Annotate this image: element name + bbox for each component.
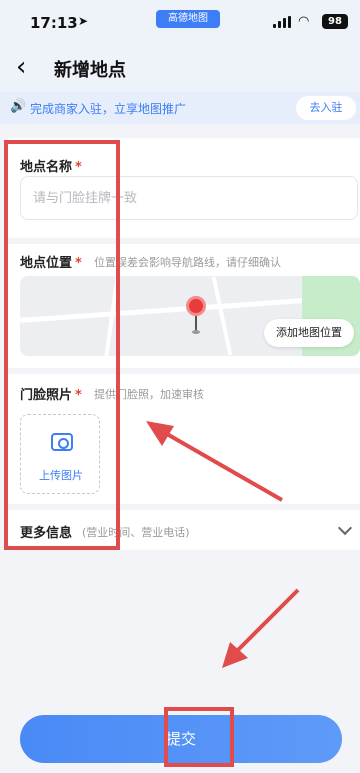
wifi-icon: ◠	[298, 14, 310, 29]
name-label-text: 地点名称	[20, 160, 73, 175]
name-section: 地点名称 *	[8, 138, 360, 238]
status-bar: 17:13 ➤ 高德地图 ◠ 98	[0, 0, 360, 44]
add-map-location-button[interactable]: 添加地图位置	[264, 319, 354, 347]
camera-icon	[51, 433, 73, 451]
photo-label: 门脸照片 *	[20, 384, 82, 403]
upload-photo-button[interactable]: 上传图片	[20, 414, 100, 494]
banner-text: 完成商家入驻，立享地图推广	[30, 102, 187, 116]
map-road	[211, 276, 233, 356]
name-label: 地点名称 *	[20, 156, 82, 175]
signal-icon	[273, 16, 291, 28]
photo-section: 门脸照片 * 提供门脸照，加速审核 上传图片	[8, 374, 360, 504]
nav-bar: ‹ 新增地点	[0, 44, 360, 92]
more-info-hint: (营业时间、营业电话)	[82, 526, 190, 539]
location-hint: 位置误差会影响导航路线，请仔细确认	[94, 256, 281, 269]
required-mark: *	[75, 160, 82, 175]
annotation-arrow	[234, 588, 300, 654]
required-mark: *	[75, 388, 82, 403]
battery-indicator: 98	[322, 14, 348, 29]
photo-hint: 提供门脸照，加速审核	[94, 388, 204, 401]
status-time: 17:13	[30, 14, 78, 32]
speaker-icon: 🔊	[10, 99, 27, 114]
upload-label: 上传图片	[39, 469, 83, 482]
map-preview[interactable]: 添加地图位置	[20, 276, 360, 356]
promo-banner: 🔊 完成商家入驻，立享地图推广 去入驻	[0, 92, 360, 124]
annotation-arrow-head	[222, 642, 248, 668]
app-badge: 高德地图	[156, 10, 220, 28]
location-section: 地点位置 * 位置误差会影响导航路线，请仔细确认 添加地图位置	[8, 244, 360, 368]
location-arrow-icon: ➤	[78, 14, 89, 28]
required-mark: *	[75, 256, 82, 271]
photo-label-text: 门脸照片	[20, 388, 73, 403]
more-info-label: 更多信息	[20, 526, 73, 541]
submit-button[interactable]: 提交	[20, 715, 342, 763]
chevron-left-icon[interactable]: ‹	[16, 54, 44, 82]
name-input[interactable]	[20, 176, 358, 220]
more-info-row[interactable]: 更多信息 (营业时间、营业电话)	[8, 510, 360, 550]
map-pin-shadow	[192, 330, 200, 334]
join-button[interactable]: 去入驻	[296, 96, 356, 120]
location-label-text: 地点位置	[20, 256, 73, 271]
map-pin-icon	[186, 296, 206, 316]
chevron-down-icon[interactable]	[337, 520, 353, 536]
location-label: 地点位置 *	[20, 252, 82, 271]
page-title: 新增地点	[54, 60, 126, 81]
